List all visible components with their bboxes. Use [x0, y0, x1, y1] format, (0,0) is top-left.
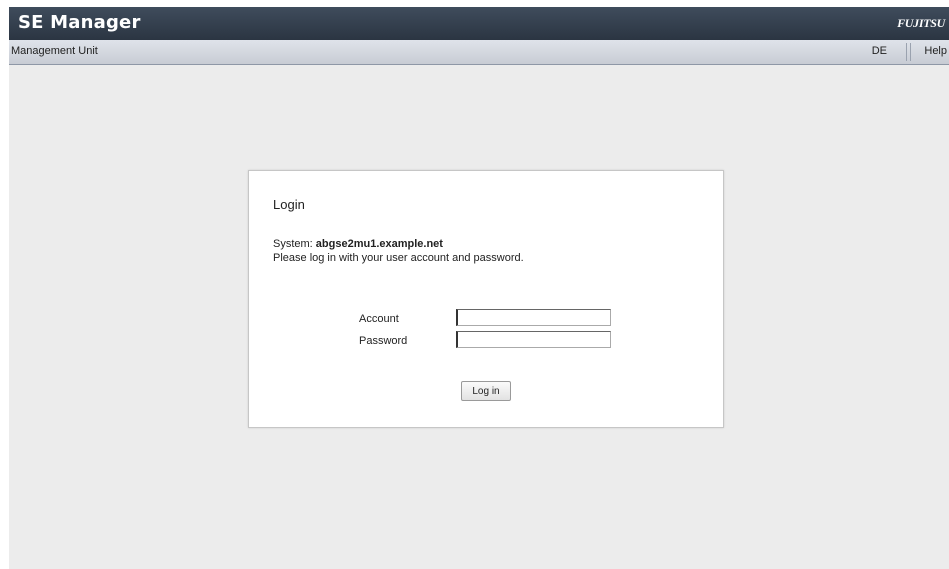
- account-label: Account: [359, 313, 399, 325]
- management-unit-label: Management Unit: [11, 45, 98, 57]
- fujitsu-logo: FUJITSU: [897, 16, 945, 30]
- separator: [910, 43, 911, 61]
- se-manager-window: SE Manager FUJITSU Management Unit DE He…: [9, 7, 949, 569]
- title-bar: SE Manager FUJITSU: [9, 7, 949, 40]
- password-input[interactable]: [456, 331, 611, 348]
- navigation-bar: Management Unit DE Help: [9, 40, 949, 65]
- system-name: abgse2mu1.example.net: [315, 238, 443, 250]
- account-input[interactable]: [456, 309, 611, 326]
- password-label: Password: [359, 335, 408, 347]
- login-panel: Login System: abgse2mu1.example.net Plea…: [248, 170, 724, 428]
- system-info: System: abgse2mu1.example.net: [273, 238, 443, 250]
- language-link[interactable]: DE: [872, 45, 887, 57]
- separator: [906, 43, 907, 61]
- app-title: SE Manager: [18, 12, 141, 33]
- login-title: Login: [273, 197, 305, 212]
- help-link[interactable]: Help: [924, 45, 947, 57]
- login-instructions: Please log in with your user account and…: [273, 252, 524, 264]
- system-prefix: System:: [273, 238, 313, 250]
- login-button[interactable]: Log in: [461, 381, 511, 401]
